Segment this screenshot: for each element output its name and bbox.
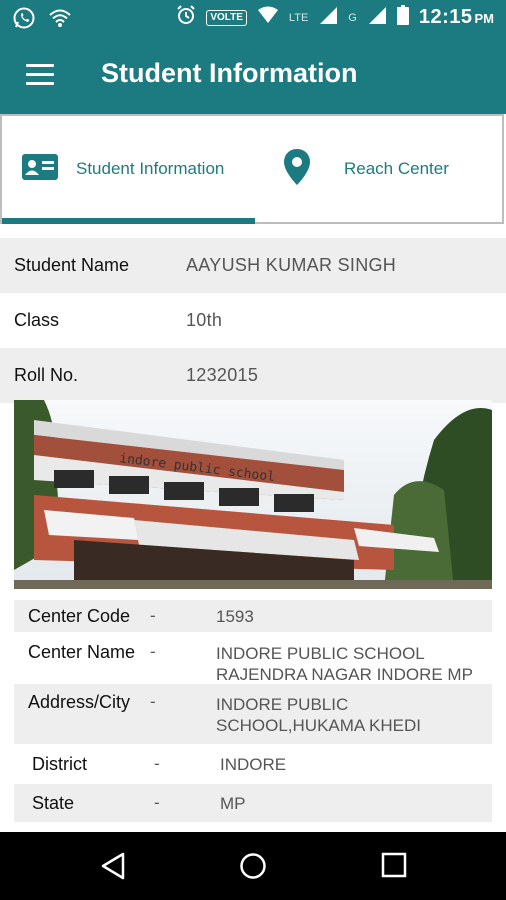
g-label: G [348, 11, 357, 24]
tab-student-information[interactable]: Student Information [2, 116, 252, 222]
center-code-label: Center Code [28, 605, 131, 626]
school-photo: indore public school [14, 400, 492, 589]
lte-label: LTE [288, 11, 309, 24]
hamburger-menu-icon[interactable] [26, 64, 54, 86]
state-value: MP [220, 793, 246, 813]
center-name-value: INDORE PUBLIC SCHOOL RAJENDRA NAGAR INDO… [216, 644, 473, 684]
address-label: Address/City [28, 692, 131, 712]
tab-reach-center[interactable]: Reach Center [254, 116, 504, 222]
navigation-bar [0, 832, 506, 900]
center-name-label: Center Name [28, 642, 136, 662]
class-row: Class 10th [0, 293, 506, 348]
center-code-row: Center Code - 1593 [14, 600, 492, 632]
district-value: INDORE [220, 754, 287, 774]
tab-student-information-label: Student Information [76, 159, 225, 178]
roll-row: Roll No. 1232015 [0, 348, 506, 403]
roll-label: Roll No. [14, 365, 79, 385]
class-value: 10th [186, 310, 223, 330]
clock-ampm: PM [474, 11, 495, 26]
back-button-icon[interactable] [100, 852, 126, 885]
tab-bar: Student Information Reach Center [0, 114, 504, 224]
status-bar-left [12, 6, 72, 35]
clock: 12:15 PM [419, 6, 494, 29]
class-label: Class [14, 310, 60, 330]
battery-icon [396, 5, 409, 30]
location-pin-icon [284, 148, 310, 190]
student-name-label: Student Name [14, 255, 130, 275]
selected-tab-indicator [2, 218, 255, 224]
home-button-icon[interactable] [239, 852, 267, 885]
state-dash: - [154, 793, 160, 812]
id-card-icon [22, 153, 58, 185]
center-name-row: Center Name - INDORE PUBLIC SCHOOL RAJEN… [14, 632, 492, 684]
cell-signal-2-icon [367, 5, 387, 30]
volte-badge: VOLTE [206, 9, 247, 26]
school-building-image: indore public school [14, 400, 492, 589]
center-code-value: 1593 [216, 606, 254, 626]
roll-value: 1232015 [186, 365, 259, 385]
student-name-value: AAYUSH KUMAR SINGH [186, 255, 397, 275]
clock-time: 12:15 [418, 6, 473, 28]
center-name-dash: - [150, 642, 156, 661]
tab-reach-center-label: Reach Center [344, 159, 449, 178]
center-details: Center Code - 1593 Center Name - INDORE … [14, 600, 492, 822]
district-dash: - [154, 754, 160, 773]
status-bar-right: VOLTE LTE G 12:15 PM [176, 5, 494, 30]
district-label: District [32, 753, 87, 774]
recents-button-icon[interactable] [381, 852, 407, 883]
app-bar: Student Information [0, 34, 506, 114]
student-info: Student Name AAYUSH KUMAR SINGH Class 10… [0, 238, 506, 403]
center-code-dash: - [150, 606, 156, 625]
address-value: INDORE PUBLIC SCHOOL,HUKAMA KHEDI [216, 695, 421, 735]
state-row: State - MP [14, 784, 492, 822]
alarm-icon [176, 5, 196, 30]
state-label: State [32, 792, 75, 813]
status-bar: VOLTE LTE G 12:15 PM [0, 0, 506, 34]
cell-signal-icon [318, 5, 338, 30]
address-row: Address/City - INDORE PUBLIC SCHOOL,HUKA… [14, 684, 492, 744]
wifi-signal-icon [257, 6, 279, 29]
whatsapp-icon [12, 6, 36, 35]
address-dash: - [150, 692, 156, 711]
wifi-icon [48, 8, 72, 33]
district-row: District - INDORE [14, 744, 492, 784]
student-name-row: Student Name AAYUSH KUMAR SINGH [0, 238, 506, 293]
app-title: Student Information [101, 58, 358, 88]
